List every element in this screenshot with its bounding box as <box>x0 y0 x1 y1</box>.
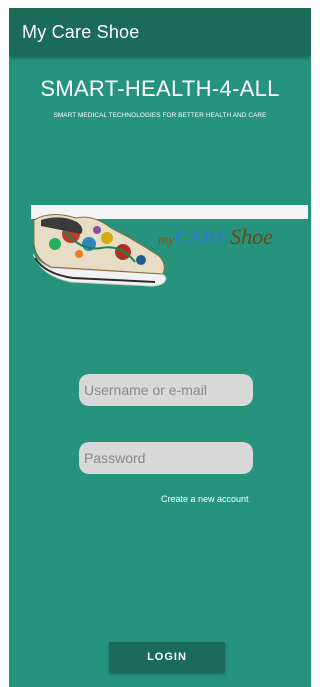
password-input[interactable] <box>79 442 253 474</box>
logo-shoe: Shoe <box>230 224 273 249</box>
app-bar: My Care Shoe <box>9 8 311 56</box>
app-screen: My Care Shoe SMART-HEALTH-4-ALL SMART ME… <box>9 8 311 687</box>
create-account-link[interactable]: Create a new account <box>161 494 249 504</box>
brand-banner: myCAREShoe <box>31 204 309 298</box>
tagline: SMART MEDICAL TECHNOLOGIES FOR BETTER HE… <box>53 112 267 119</box>
mycareshoe-logo: myCAREShoe <box>158 224 273 254</box>
logo-care: CARE <box>174 228 231 249</box>
logo-my: my <box>158 233 175 248</box>
app-title: My Care Shoe <box>22 22 140 42</box>
headline: SMART-HEALTH-4-ALL <box>40 76 280 101</box>
username-input[interactable] <box>79 374 253 406</box>
login-button[interactable]: LOGIN <box>109 642 225 672</box>
shoe-image <box>32 214 167 287</box>
